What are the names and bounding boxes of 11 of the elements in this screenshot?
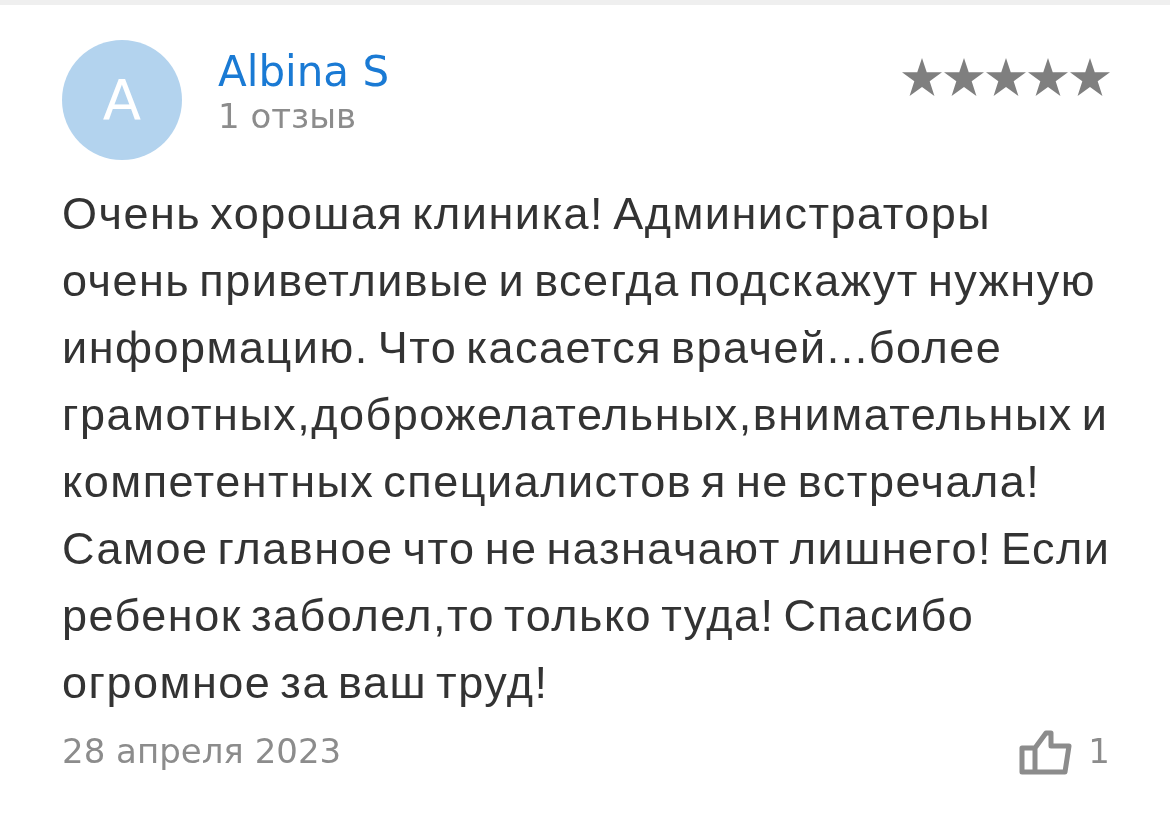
star-filled-icon (944, 58, 984, 96)
author-name[interactable]: Albina S (218, 48, 390, 97)
like-count: 1 (1088, 730, 1110, 773)
star-filled-icon (902, 58, 942, 96)
review-count: 1 отзыв (218, 96, 357, 138)
star-filled-icon (1070, 58, 1110, 96)
review-date: 28 апреля 2023 (62, 730, 342, 773)
avatar: A (62, 40, 182, 160)
review-text: Очень хорошая клиника! Администраторы очень приветливые и всегда подскажут нужную информацию. Что касается врачей...более грамотных,доброжелательных,внимательных и компетентных специалистов я не встречала! Самое главное что не назначают лишнего! Если ребенок заболел,то только туда! Спасибо огромное за ваш труд! (62, 187, 1112, 710)
star-filled-icon (986, 58, 1026, 96)
star-filled-icon (1028, 58, 1068, 96)
